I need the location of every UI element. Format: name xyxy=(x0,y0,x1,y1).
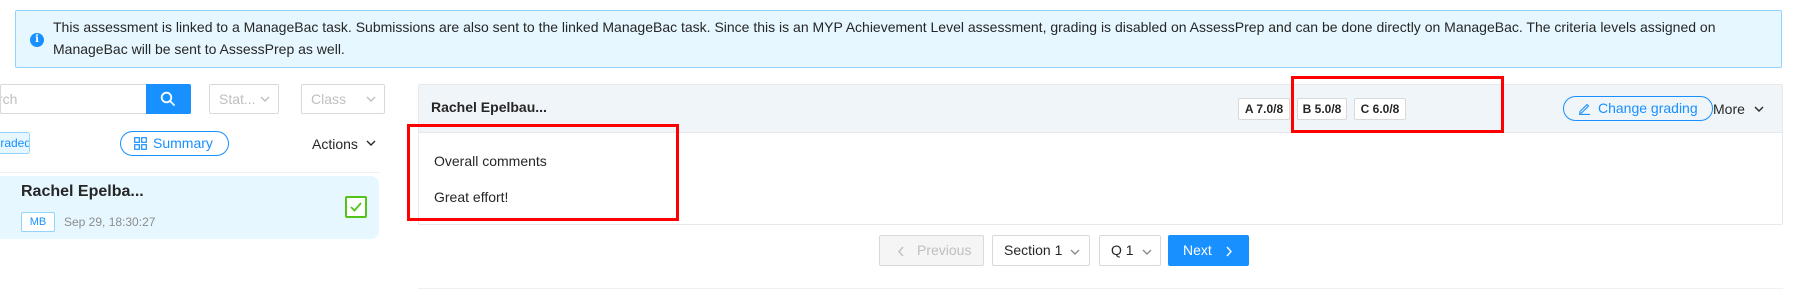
info-icon: i xyxy=(30,33,44,47)
panel-bottom-divider xyxy=(418,288,1783,289)
next-button[interactable]: Next xyxy=(1168,235,1249,266)
submission-time: Sep 29, 18:30:27 xyxy=(64,215,156,229)
status-select-value: Stat... xyxy=(219,91,256,107)
chevron-down-icon xyxy=(366,96,376,102)
change-grading-label: Change grading xyxy=(1598,100,1698,116)
managebac-tag: MB xyxy=(21,212,55,232)
question-select[interactable]: Q 1 xyxy=(1099,235,1161,266)
search-button[interactable] xyxy=(146,84,191,114)
actions-dropdown[interactable]: Actions xyxy=(312,133,376,155)
criterion-a-score: A 7.0/8 xyxy=(1238,98,1290,120)
previous-button[interactable]: Previous xyxy=(879,235,984,266)
info-banner: i This assessment is linked to a ManageB… xyxy=(15,10,1782,68)
summary-label: Summary xyxy=(153,135,213,151)
search-icon xyxy=(160,91,175,106)
pencil-icon xyxy=(1579,103,1590,115)
change-grading-button[interactable]: Change grading xyxy=(1563,96,1713,121)
student-name: Rachel Epelba... xyxy=(21,183,144,200)
criteria-highlight-box xyxy=(1291,76,1504,133)
search-input[interactable]: Search xyxy=(0,84,146,114)
panel-student-name: Rachel Epelbau... xyxy=(431,99,547,115)
chevron-left-icon xyxy=(898,246,904,257)
section-select-value: Section 1 xyxy=(1004,242,1063,258)
next-label: Next xyxy=(1183,242,1212,258)
list-divider xyxy=(0,172,380,173)
chevron-down-icon xyxy=(1070,249,1080,255)
chevron-down-icon xyxy=(260,96,270,102)
graded-checkbox[interactable] xyxy=(345,196,367,218)
chevron-down-icon xyxy=(1754,106,1764,112)
comments-highlight-box xyxy=(407,124,679,221)
previous-label: Previous xyxy=(917,242,972,258)
student-list-item[interactable]: Rachel Epelba... MB Sep 29, 18:30:27 xyxy=(0,176,379,239)
class-select-value: Class xyxy=(311,91,347,107)
chevron-down-icon xyxy=(366,140,376,146)
status-select[interactable]: Stat... xyxy=(209,84,279,114)
question-select-value: Q 1 xyxy=(1111,242,1134,258)
grid-icon xyxy=(134,137,147,150)
more-label: More xyxy=(1713,101,1745,117)
actions-label: Actions xyxy=(312,136,358,152)
checkmark-icon xyxy=(350,202,362,212)
graded-filter-tag[interactable]: Graded xyxy=(0,132,30,154)
chevron-right-icon xyxy=(1226,246,1232,257)
banner-message: This assessment is linked to a ManageBac… xyxy=(53,19,1716,57)
summary-button[interactable]: Summary xyxy=(120,131,229,156)
more-dropdown[interactable]: More xyxy=(1713,98,1764,120)
chevron-down-icon xyxy=(1142,249,1152,255)
section-select[interactable]: Section 1 xyxy=(992,235,1090,266)
class-select[interactable]: Class xyxy=(301,84,385,114)
